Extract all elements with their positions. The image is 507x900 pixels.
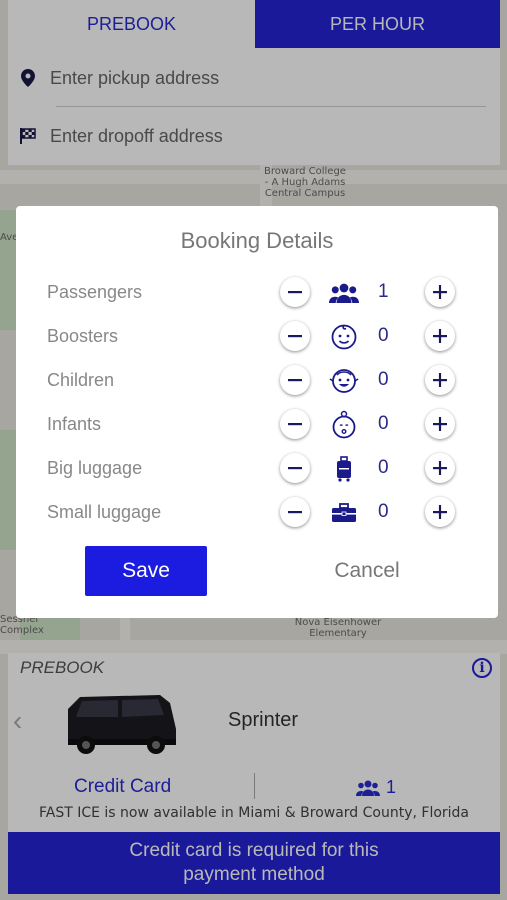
row-label: Infants [47, 414, 102, 434]
row-small-luggage: Small luggage 0 [16, 494, 498, 534]
small-luggage-decrement-button[interactable] [280, 497, 310, 527]
passengers-decrement-button[interactable] [280, 277, 310, 307]
cancel-button[interactable]: Cancel [306, 546, 428, 596]
big-luggage-value: 0 [378, 457, 389, 478]
small-luggage-value: 0 [378, 501, 389, 522]
infant-icon [329, 410, 359, 440]
row-passengers: Passengers 1 [16, 274, 498, 314]
suitcase-icon [329, 454, 359, 484]
row-children: Children 0 [16, 362, 498, 402]
briefcase-icon [329, 498, 359, 528]
big-luggage-decrement-button[interactable] [280, 453, 310, 483]
row-big-luggage: Big luggage 0 [16, 450, 498, 490]
row-label: Children [47, 370, 115, 390]
infants-increment-button[interactable] [425, 409, 455, 439]
passengers-increment-button[interactable] [425, 277, 455, 307]
row-label: Big luggage [47, 458, 143, 478]
child-smile-icon [329, 366, 359, 396]
small-luggage-increment-button[interactable] [425, 497, 455, 527]
passengers-value: 1 [378, 281, 389, 302]
boosters-increment-button[interactable] [425, 321, 455, 351]
boosters-value: 0 [378, 325, 389, 346]
save-button[interactable]: Save [85, 546, 207, 596]
modal-title: Booking Details [180, 228, 334, 253]
booking-details-modal: Booking Details Passengers 1 Boosters 0 … [16, 206, 498, 618]
people-icon [329, 278, 359, 308]
row-label: Small luggage [47, 502, 162, 522]
row-label: Passengers [47, 282, 143, 302]
row-infants: Infants 0 [16, 406, 498, 446]
infants-value: 0 [378, 413, 389, 434]
big-luggage-increment-button[interactable] [425, 453, 455, 483]
boosters-decrement-button[interactable] [280, 321, 310, 351]
children-value: 0 [378, 369, 389, 390]
infants-decrement-button[interactable] [280, 409, 310, 439]
row-label: Boosters [47, 326, 119, 346]
row-boosters: Boosters 0 [16, 318, 498, 358]
children-decrement-button[interactable] [280, 365, 310, 395]
child-face-icon [329, 322, 359, 352]
children-increment-button[interactable] [425, 365, 455, 395]
